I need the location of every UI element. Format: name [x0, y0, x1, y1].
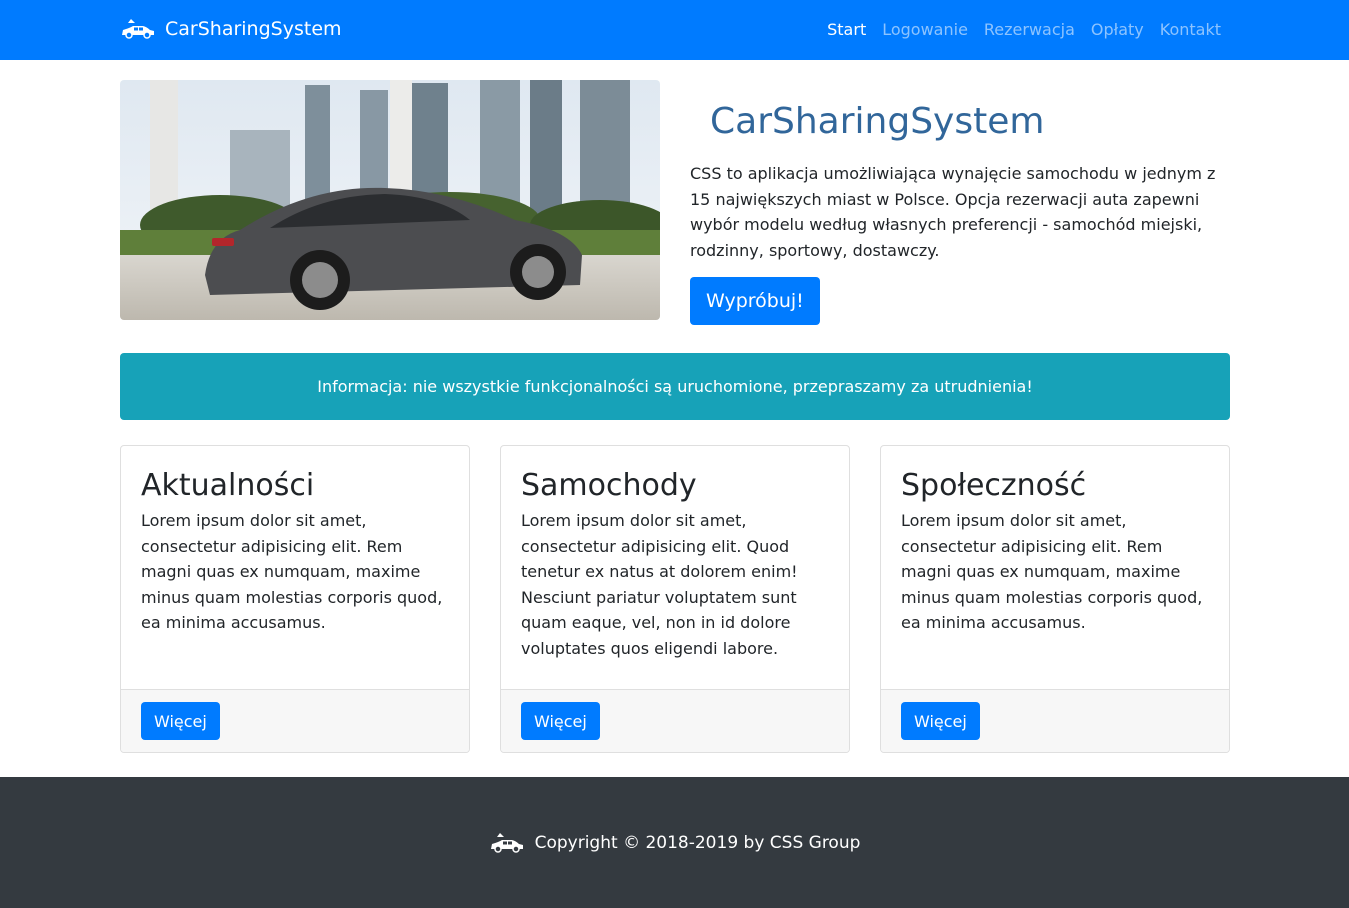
hero-title: CarSharingSystem — [710, 101, 1045, 142]
brand-link[interactable]: CarSharingSystem — [120, 14, 342, 44]
nav-link-kontakt[interactable]: Kontakt — [1152, 0, 1229, 60]
copyright-text: Copyright © 2018-2019 by CSS Group — [534, 832, 861, 853]
footer: Copyright © 2018-2019 by CSS Group — [0, 777, 1349, 908]
card-title: Społeczność — [901, 468, 1087, 503]
card-footer: Więcej — [881, 689, 1229, 752]
nav-link-rezerwacja[interactable]: Rezerwacja — [976, 0, 1083, 60]
car-icon — [122, 19, 154, 39]
hero-description: CSS to aplikacja umożliwiająca wynajęcie… — [690, 164, 1216, 260]
card-text: Lorem ipsum dolor sit amet, consectetur … — [521, 511, 798, 658]
nav-link-oplaty[interactable]: Opłaty — [1083, 0, 1152, 60]
brand-label: CarSharingSystem — [165, 18, 342, 40]
nav-link-start[interactable]: Start — [819, 0, 874, 60]
nav-links: Start Logowanie Rezerwacja Opłaty Kontak… — [819, 0, 1229, 60]
card-title: Aktualności — [141, 468, 315, 503]
nav-link-logowanie[interactable]: Logowanie — [874, 0, 976, 60]
more-button[interactable]: Więcej — [141, 702, 220, 740]
card-samochody: Samochody Lorem ipsum dolor sit amet, co… — [500, 445, 850, 753]
car-icon — [490, 832, 523, 853]
card-spolecznosc: Społeczność Lorem ipsum dolor sit amet, … — [880, 445, 1230, 753]
more-button[interactable]: Więcej — [521, 702, 600, 740]
try-button[interactable]: Wypróbuj! — [690, 277, 820, 326]
hero-section: CarSharingSystem CSS to aplikacja umożli… — [690, 80, 1230, 326]
car-photo — [120, 80, 660, 320]
alert-text: Informacja: nie wszystkie funkcjonalnośc… — [317, 377, 1033, 396]
info-alert: Informacja: nie wszystkie funkcjonalnośc… — [120, 353, 1230, 420]
card-text: Lorem ipsum dolor sit amet, consectetur … — [901, 511, 1203, 633]
card-footer: Więcej — [121, 689, 469, 752]
more-button[interactable]: Więcej — [901, 702, 980, 740]
card-title: Samochody — [521, 468, 697, 503]
navbar: CarSharingSystem Start Logowanie Rezerwa… — [0, 0, 1349, 60]
card-text: Lorem ipsum dolor sit amet, consectetur … — [141, 511, 443, 633]
card-aktualnosci: Aktualności Lorem ipsum dolor sit amet, … — [120, 445, 470, 753]
card-footer: Więcej — [501, 689, 849, 752]
